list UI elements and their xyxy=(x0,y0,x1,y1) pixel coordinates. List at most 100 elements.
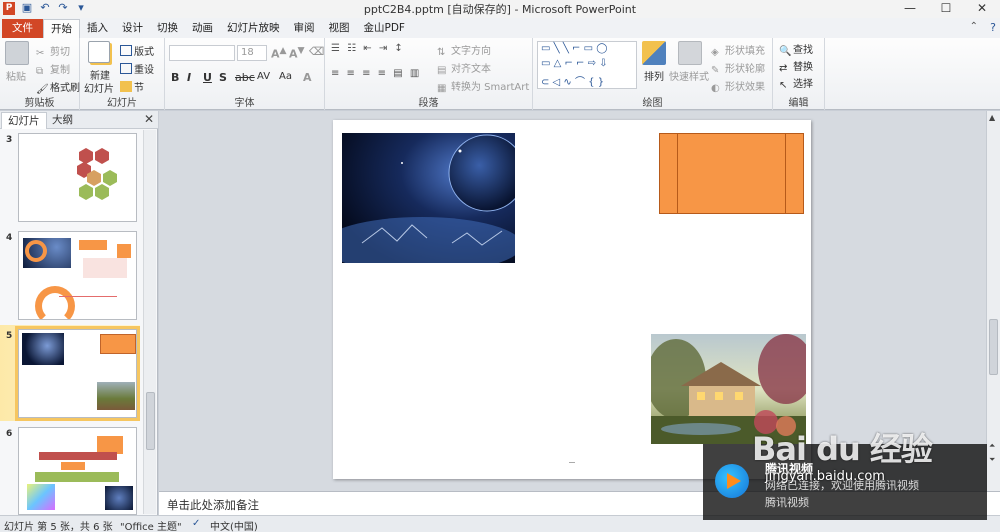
new-slide-icon[interactable] xyxy=(88,41,110,63)
font-size-box[interactable]: 18 xyxy=(237,45,267,61)
convert-smartart-button[interactable]: ▦ 转换为 SmartArt xyxy=(437,78,529,94)
align-text-button[interactable]: ▤ 对齐文本 xyxy=(437,60,491,76)
text-direction-button[interactable]: ⇅ 文字方向 xyxy=(437,42,491,58)
arrange-icon[interactable] xyxy=(642,41,666,65)
slide-panel: 幻灯片 大纲 ✕ 3 4 5 6 xyxy=(0,111,158,515)
shape-fill-button[interactable]: ◈ 形状填充 xyxy=(711,42,765,58)
slide-number: 4 xyxy=(6,233,13,243)
replace-button[interactable]: ⇄ 替换 xyxy=(779,58,813,74)
format-painter-button[interactable]: 🖌格式刷 xyxy=(36,79,80,95)
arrange-button[interactable]: 排列 xyxy=(644,68,664,83)
paragraph-group: ☰ ☷ ⇤ ⇥ ↕ ≡ ≡ ≡ ≡ ▤ ▥ ⇅ 文字方向 ▤ 对齐文本 ▦ 转换为 S… xyxy=(325,38,533,110)
maximize-button[interactable]: ☐ xyxy=(928,0,964,18)
paste-button[interactable]: 粘贴 xyxy=(6,68,26,83)
window-title: pptC2B4.pptm [自动保存的] - Microsoft PowerPo… xyxy=(363,3,637,16)
font-name-box[interactable] xyxy=(169,45,235,61)
tab-review[interactable]: 审阅 xyxy=(287,19,322,38)
shapes-gallery[interactable]: ▭ ╲ ╲ ⌐ ▭ ◯ ▭ △ ⌐ ⌐ ⇨ ⇩ ⊂ ◁ ∿ ⌒ { } xyxy=(537,41,637,89)
current-slide[interactable] xyxy=(333,120,811,479)
char-spacing-button[interactable]: AV xyxy=(257,71,270,82)
scroll-up-icon[interactable]: ▲ xyxy=(989,113,995,122)
rect-shape-icon[interactable]: ▭ ╲ ╲ ⌐ ▭ ◯ xyxy=(541,43,607,54)
tab-slideshow[interactable]: 幻灯片放映 xyxy=(220,19,287,38)
inner-right-line xyxy=(785,134,786,213)
cursor-icon: ↖ xyxy=(779,80,788,91)
ribbon-tabs: 文件 开始 插入 设计 切换 动画 幻灯片放映 审阅 视图 金山PDF ⌃ ? xyxy=(0,18,1000,38)
help-icon[interactable]: ? xyxy=(990,21,996,34)
space-planet-image[interactable] xyxy=(342,133,515,263)
shape-outline-button[interactable]: ✎ 形状轮廓 xyxy=(711,60,765,76)
outline-icon: ✎ xyxy=(711,65,720,76)
panel-scrollbar[interactable] xyxy=(143,130,156,514)
close-panel-icon[interactable]: ✕ xyxy=(144,112,154,126)
tab-slides[interactable]: 幻灯片 xyxy=(1,112,47,129)
next-slide-icon[interactable]: ⏷ xyxy=(989,455,995,465)
green-bar xyxy=(35,472,119,482)
slide-thumbnail-3[interactable] xyxy=(18,133,137,222)
box-shape xyxy=(117,244,131,258)
shape-effects-button[interactable]: ◐ 形状效果 xyxy=(711,78,765,94)
ribbon-minimize-icon[interactable]: ⌃ xyxy=(970,21,978,32)
spellcheck-icon[interactable]: ✓ xyxy=(192,518,200,529)
effects-icon: ◐ xyxy=(711,83,720,94)
triangle-shape-icon[interactable]: ▭ △ ⌐ ⌐ ⇨ ⇩ xyxy=(541,58,608,69)
paint-bucket-icon: ◈ xyxy=(711,47,719,58)
copy-icon: ⧉ xyxy=(36,66,44,77)
tab-home[interactable]: 开始 xyxy=(43,19,80,38)
list-buttons[interactable]: ☰ ☷ ⇤ ⇥ ↕ xyxy=(331,43,405,54)
tab-insert[interactable]: 插入 xyxy=(80,19,115,38)
slide-thumbnail-5[interactable] xyxy=(15,326,140,421)
font-color-button[interactable]: A xyxy=(303,71,312,84)
tab-kingsoft-pdf[interactable]: 金山PDF xyxy=(357,19,412,38)
orange-rectangle-shape[interactable] xyxy=(659,133,804,214)
font-group: 18 A▲ A▼ ⌫ B I U S abc AV Aa A 字体 xyxy=(165,38,325,110)
slide-count: 幻灯片 第 5 张，共 6 张 xyxy=(4,522,113,532)
slide-thumbnail-6[interactable] xyxy=(18,427,137,515)
close-button[interactable]: ✕ xyxy=(964,0,1000,18)
shrink-font-icon[interactable]: A▼ xyxy=(289,45,305,61)
cut-button[interactable]: ✂ 剪切 xyxy=(36,43,70,59)
slide-number: 3 xyxy=(6,135,13,145)
editor-scroll-thumb[interactable] xyxy=(989,319,998,375)
change-case-button[interactable]: Aa xyxy=(279,71,292,82)
strikethrough-button[interactable]: abc xyxy=(235,71,255,84)
inner-left-line xyxy=(677,134,678,213)
minimize-button[interactable]: — xyxy=(892,0,928,18)
underline-button[interactable]: U xyxy=(203,71,212,84)
scissors-icon: ✂ xyxy=(36,48,45,59)
shadow-button[interactable]: S xyxy=(219,71,227,84)
tab-transitions[interactable]: 切换 xyxy=(150,19,185,38)
curve-shape-icon[interactable]: ⊂ ◁ ∿ ⌒ { } xyxy=(541,73,604,88)
bold-button[interactable]: B xyxy=(171,71,179,84)
tab-design[interactable]: 设计 xyxy=(115,19,150,38)
editor-scrollbar[interactable]: ▲ ⏶ ⏷ xyxy=(986,111,1000,491)
quick-styles-icon[interactable] xyxy=(678,41,702,65)
new-slide-dropdown[interactable]: 幻灯片 xyxy=(84,80,114,95)
language[interactable]: 中文(中国) xyxy=(210,518,258,532)
reset-button[interactable]: 重设 xyxy=(120,61,154,76)
select-button[interactable]: ↖ 选择 xyxy=(779,75,813,91)
tab-file[interactable]: 文件 xyxy=(2,19,43,38)
copy-button[interactable]: ⧉ 复制 xyxy=(36,61,70,77)
text-direction-icon: ⇅ xyxy=(437,47,446,58)
grow-font-icon[interactable]: A▲ xyxy=(271,45,287,61)
layout-button[interactable]: 版式 xyxy=(120,43,154,58)
window-controls: — ☐ ✕ xyxy=(892,0,1000,18)
align-buttons[interactable]: ≡ ≡ ≡ ≡ ▤ ▥ xyxy=(331,68,421,79)
panel-scroll-thumb[interactable] xyxy=(146,392,155,450)
quick-styles-button[interactable]: 快速样式 xyxy=(669,68,709,83)
find-button[interactable]: 🔍 查找 xyxy=(779,41,813,57)
italic-button[interactable]: I xyxy=(187,71,191,84)
slide-thumbnail-4[interactable] xyxy=(18,231,137,320)
tab-animations[interactable]: 动画 xyxy=(185,19,220,38)
tab-outline[interactable]: 大纲 xyxy=(46,112,79,129)
tab-view[interactable]: 视图 xyxy=(322,19,357,38)
align-text-icon: ▤ xyxy=(437,65,447,76)
pink-rect xyxy=(83,258,127,278)
tencent-video-icon xyxy=(715,464,749,498)
paste-icon[interactable] xyxy=(5,41,29,65)
prev-slide-icon[interactable]: ⏶ xyxy=(989,441,995,451)
hexagon-graphic xyxy=(77,148,117,200)
section-button[interactable]: 节 xyxy=(120,79,144,94)
clear-format-icon[interactable]: ⌫ xyxy=(309,45,325,58)
